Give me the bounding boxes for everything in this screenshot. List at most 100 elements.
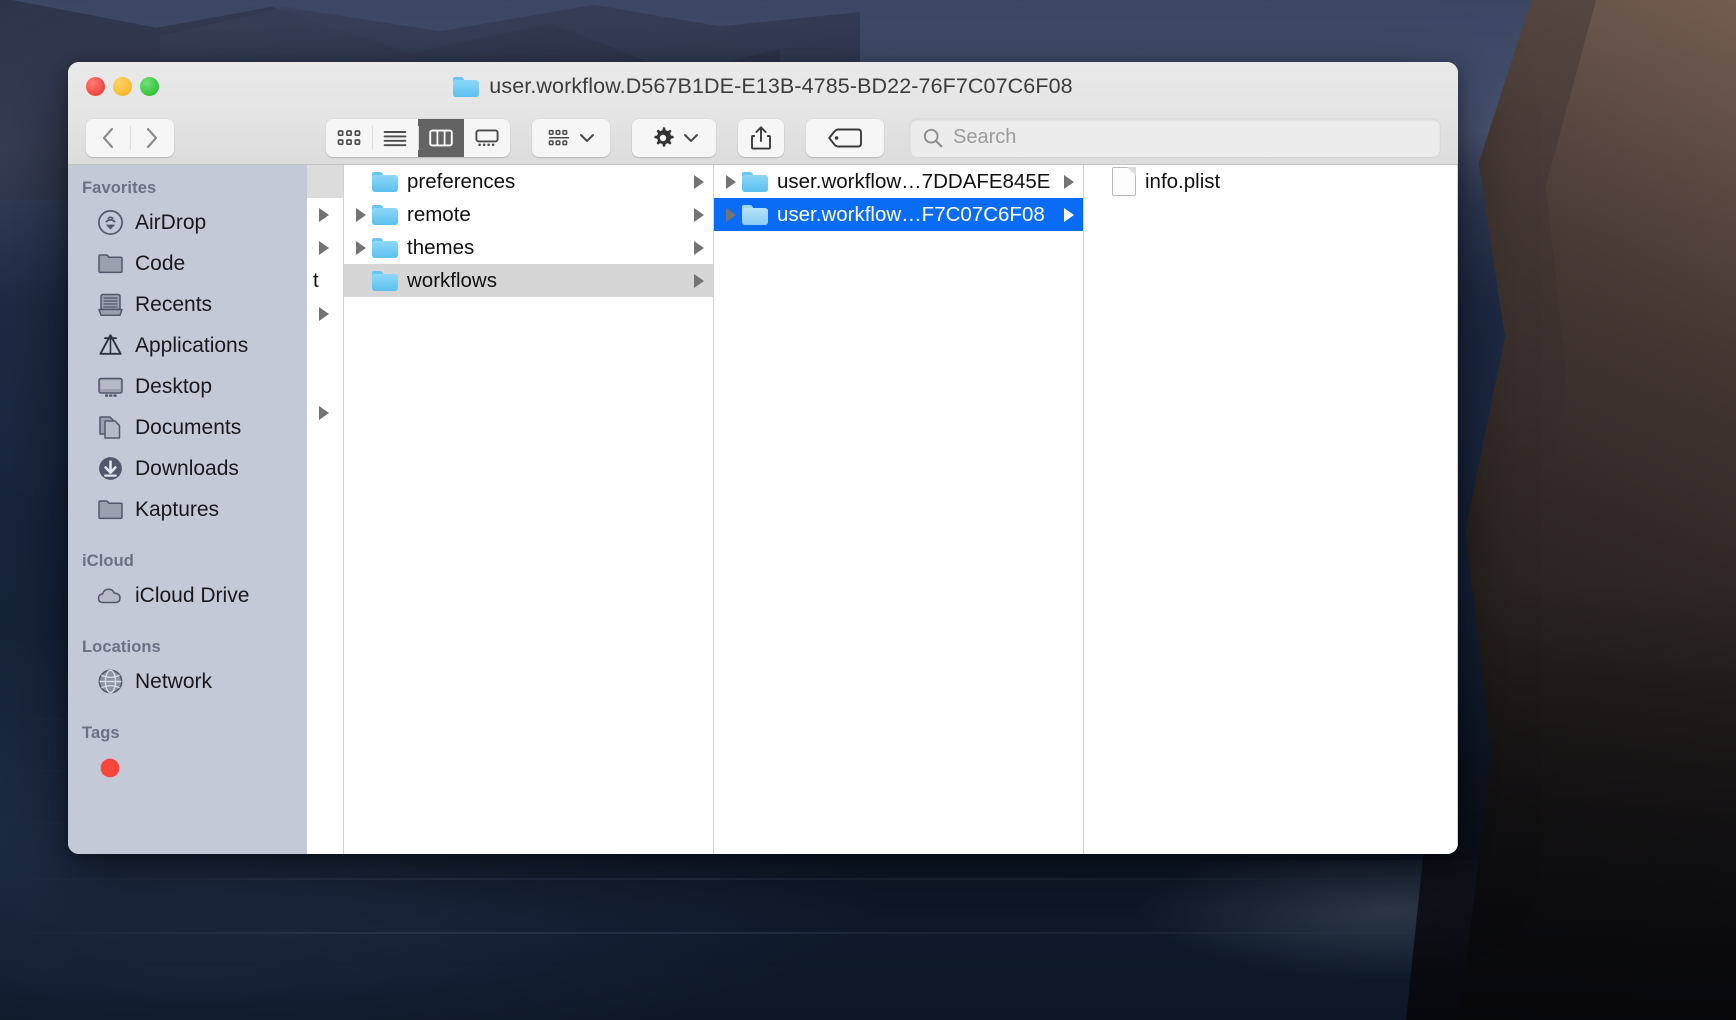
folder-icon (372, 204, 398, 225)
minimize-button[interactable] (113, 77, 132, 96)
folder-icon (372, 270, 398, 291)
window-title: user.workflow.D567B1DE-E13B-4785-BD22-76… (68, 74, 1458, 99)
forward-button[interactable] (130, 119, 174, 157)
close-button[interactable] (86, 77, 105, 96)
table-row[interactable] (307, 231, 343, 264)
folder-icon (372, 171, 398, 192)
sidebar-item-desktop[interactable]: Desktop (68, 366, 307, 407)
sidebar-item-applications[interactable]: Applications (68, 325, 307, 366)
sidebar-item-downloads[interactable]: Downloads (68, 448, 307, 489)
sidebar-item-icloud-drive[interactable]: iCloud Drive (68, 575, 307, 616)
red-tag-icon (96, 754, 124, 782)
action-control (632, 118, 716, 157)
table-row[interactable]: remote (344, 198, 713, 231)
column-chevron-icon (694, 174, 713, 189)
documents-icon (96, 414, 124, 442)
table-row[interactable] (307, 330, 343, 363)
column-chevron-icon (694, 273, 713, 288)
disclosure-triangle-icon[interactable] (313, 405, 335, 420)
sidebar-section-favorites: Favorites (82, 179, 157, 197)
row-label: user.workflow…F7C07C6F08 (777, 202, 1045, 226)
column-browser: t preferences remote themes workflows us… (307, 165, 1458, 854)
disclosure-triangle-icon[interactable] (313, 207, 335, 222)
window-title-text: user.workflow.D567B1DE-E13B-4785-BD22-76… (489, 74, 1073, 98)
maximize-button[interactable] (140, 77, 159, 96)
sidebar-item-kaptures[interactable]: Kaptures (68, 489, 307, 530)
table-row[interactable] (307, 396, 343, 429)
sidebar-item-label: Code (135, 251, 186, 275)
sidebar-item-network[interactable]: Network (68, 661, 307, 702)
airdrop-icon (96, 209, 124, 237)
group-by-button[interactable] (532, 119, 610, 157)
table-row-selected[interactable]: workflows (344, 264, 713, 297)
gallery-view-button[interactable] (464, 119, 510, 157)
column-chevron-icon (694, 240, 713, 255)
sidebar-item-label: Desktop (135, 374, 213, 398)
truncated-label: t (313, 268, 319, 292)
disclosure-triangle-icon[interactable] (350, 207, 372, 222)
column-view-button[interactable] (418, 118, 464, 157)
folder-icon (372, 237, 398, 258)
toolbar: Search (68, 110, 1458, 165)
search-field[interactable]: Search (910, 118, 1440, 157)
recents-icon (96, 291, 124, 319)
sidebar-item-code[interactable]: Code (68, 243, 307, 284)
column-workflow-list[interactable]: user.workflow…7DDAFE845E user.workflow…F… (714, 165, 1084, 854)
sidebar-item-airdrop[interactable]: AirDrop (68, 202, 307, 243)
column-folder-list[interactable]: preferences remote themes workflows (344, 165, 714, 854)
disclosure-triangle-icon[interactable] (720, 207, 742, 222)
tags-button[interactable] (806, 119, 884, 157)
sidebar-item-recents[interactable]: Recents (68, 284, 307, 325)
folder-icon (96, 250, 124, 278)
tags-control (806, 118, 884, 157)
folder-icon (96, 496, 124, 524)
row-label: preferences (407, 169, 516, 193)
sidebar-item-label: Documents (135, 415, 242, 439)
column-chevron-icon (694, 207, 713, 222)
disclosure-triangle-icon[interactable] (350, 240, 372, 255)
network-globe-icon (96, 668, 124, 696)
column-partial[interactable]: t (307, 165, 344, 854)
sidebar-section-tags: Tags (82, 724, 120, 742)
back-button[interactable] (86, 119, 130, 157)
list-view-button[interactable] (372, 119, 418, 157)
sidebar-item-documents[interactable]: Documents (68, 407, 307, 448)
sidebar: Favorites AirDrop Code Recents Applicati… (68, 165, 307, 854)
share-button[interactable] (738, 119, 784, 157)
table-row[interactable]: t (307, 264, 343, 297)
table-row[interactable] (307, 363, 343, 396)
table-row[interactable]: preferences (344, 165, 713, 198)
search-placeholder: Search (953, 126, 1017, 148)
sidebar-item-label: Downloads (135, 456, 239, 480)
disclosure-triangle-icon[interactable] (720, 174, 742, 189)
sidebar-item-label: AirDrop (135, 210, 207, 234)
search-icon (923, 128, 943, 147)
disclosure-triangle-icon[interactable] (313, 240, 335, 255)
navigation-buttons (86, 118, 174, 157)
table-row[interactable] (307, 198, 343, 231)
action-gear-button[interactable] (632, 119, 716, 157)
row-label: themes (407, 235, 475, 259)
group-by-control (532, 118, 610, 157)
traffic-light-controls (86, 77, 159, 96)
desktop-icon (96, 373, 124, 401)
row-label: remote (407, 202, 471, 226)
downloads-icon (96, 455, 124, 483)
window-titlebar[interactable]: user.workflow.D567B1DE-E13B-4785-BD22-76… (68, 62, 1458, 165)
folder-icon (453, 76, 480, 97)
row-label: info.plist (1145, 169, 1221, 193)
table-row[interactable] (307, 297, 343, 330)
sidebar-item-label: Recents (135, 292, 213, 316)
table-row[interactable]: themes (344, 231, 713, 264)
sidebar-item-tag-red[interactable] (68, 747, 307, 788)
icon-view-button[interactable] (326, 119, 372, 157)
folder-icon (742, 204, 768, 225)
disclosure-triangle-icon[interactable] (313, 306, 335, 321)
sidebar-item-label: iCloud Drive (135, 583, 250, 607)
sidebar-item-label: Applications (135, 333, 249, 357)
table-row[interactable]: info.plist (1084, 165, 1457, 198)
window-body: Favorites AirDrop Code Recents Applicati… (68, 165, 1458, 854)
table-row-selected[interactable]: user.workflow…F7C07C6F08 (714, 198, 1083, 231)
column-file-list[interactable]: info.plist (1084, 165, 1458, 854)
table-row[interactable]: user.workflow…7DDAFE845E (714, 165, 1083, 198)
